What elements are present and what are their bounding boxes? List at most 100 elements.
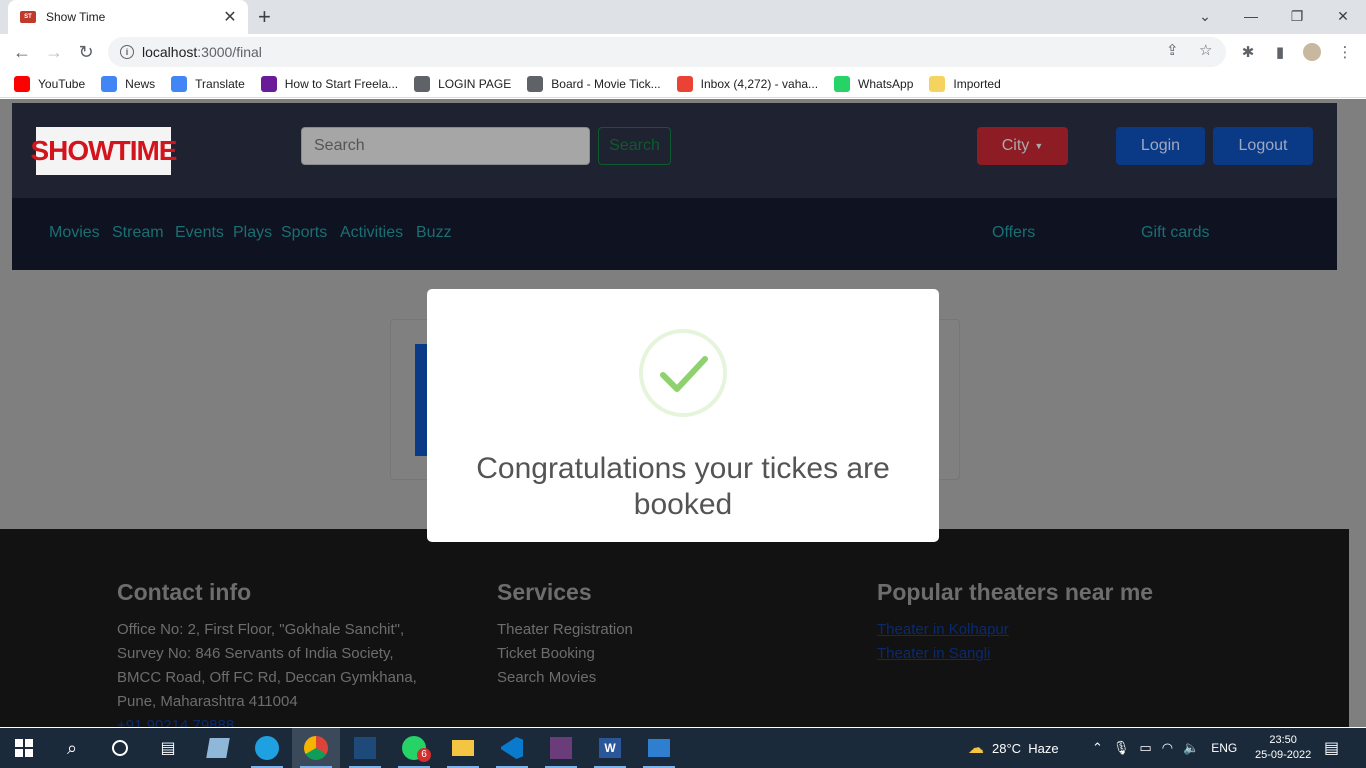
bookmark-site-icon bbox=[260, 75, 277, 92]
tray-icons: ⌃ 🎙 ▭ ◠ 🔈 ENG bbox=[1092, 728, 1237, 768]
services-title: Services bbox=[497, 579, 592, 605]
edge-app-icon[interactable] bbox=[243, 728, 291, 768]
logout-button[interactable]: Logout bbox=[1213, 127, 1313, 165]
back-icon[interactable]: ← bbox=[10, 40, 34, 64]
new-tab-icon[interactable]: + bbox=[258, 4, 271, 30]
whatsapp-icon bbox=[834, 75, 851, 92]
modal-message: Congratulations your tickes are booked bbox=[427, 451, 939, 523]
nav-activities[interactable]: Activities bbox=[340, 224, 403, 242]
reload-icon[interactable]: ↻ bbox=[74, 40, 98, 64]
tab-search-icon[interactable]: ⌄ bbox=[1182, 0, 1228, 32]
nav-plays[interactable]: Plays bbox=[233, 224, 272, 242]
weather-icon: ☁ bbox=[968, 740, 984, 757]
browser-toolbar: ← → ↻ i localhost:3000/final ⇪ ☆ ✱ ▮ ⋮ bbox=[0, 34, 1366, 70]
theaters-title: Popular theaters near me bbox=[877, 579, 1154, 605]
notifications-icon[interactable]: ▤ bbox=[1324, 728, 1339, 768]
contact-line: Survey No: 846 Servants of India Society… bbox=[117, 645, 394, 662]
microphone-icon[interactable]: 🎙 bbox=[1113, 740, 1130, 756]
wifi-icon[interactable]: ◠ bbox=[1162, 740, 1173, 756]
bookmark-star-icon[interactable]: ☆ bbox=[1199, 41, 1212, 59]
theater-link-sangli[interactable]: Theater in Sangli bbox=[877, 642, 1153, 666]
chrome-menu-icon[interactable]: ⋮ bbox=[1336, 43, 1354, 61]
bookmark-item[interactable]: Inbox (4,272) - vaha... bbox=[676, 75, 819, 92]
nav-events[interactable]: Events bbox=[175, 224, 224, 242]
media-app-icon[interactable] bbox=[537, 728, 585, 768]
bookmark-label: Imported bbox=[953, 76, 1001, 91]
nav-sports[interactable]: Sports bbox=[281, 224, 327, 242]
caret-down-icon: ▼ bbox=[1034, 141, 1044, 151]
photos-app-icon[interactable] bbox=[635, 728, 683, 768]
bookmark-item[interactable]: How to Start Freela... bbox=[260, 75, 399, 92]
search-icon[interactable]: ⌕ bbox=[48, 728, 96, 768]
close-window-icon[interactable]: ✕ bbox=[1320, 0, 1366, 32]
nav-movies[interactable]: Movies bbox=[49, 224, 100, 242]
search-input[interactable]: Search bbox=[301, 127, 590, 165]
browser-tab[interactable]: ST Show Time ✕ bbox=[8, 0, 248, 34]
share-icon[interactable]: ⇪ bbox=[1166, 41, 1179, 59]
whatsapp-app-icon[interactable]: 6 bbox=[390, 728, 438, 768]
nav-stream[interactable]: Stream bbox=[112, 224, 164, 242]
bookmark-item[interactable]: YouTube bbox=[14, 75, 85, 92]
google-news-icon bbox=[101, 75, 118, 92]
windows-start-icon[interactable] bbox=[0, 728, 48, 768]
battery-icon[interactable]: ▭ bbox=[1139, 740, 1151, 756]
bookmark-item[interactable]: WhatsApp bbox=[834, 75, 913, 92]
browser-tab-strip: ST Show Time ✕ + ⌄ — ❐ ✕ bbox=[0, 0, 1366, 34]
weather-text: 28°C Haze bbox=[992, 740, 1059, 756]
bookmark-label: Inbox (4,272) - vaha... bbox=[700, 76, 819, 91]
search-button[interactable]: Search bbox=[598, 127, 671, 165]
bookmark-item[interactable]: LOGIN PAGE bbox=[414, 75, 511, 92]
bookmark-item[interactable]: Imported bbox=[929, 75, 1001, 92]
task-view-icon[interactable]: ▤ bbox=[144, 728, 192, 768]
vscode-app-icon[interactable] bbox=[488, 728, 536, 768]
nav-offers[interactable]: Offers bbox=[992, 224, 1035, 242]
bookmark-label: Board - Movie Tick... bbox=[551, 76, 661, 91]
contact-line: Pune, Maharashtra 411004 bbox=[117, 693, 298, 710]
theater-link-kolhapur[interactable]: Theater in Kolhapur bbox=[877, 618, 1153, 642]
extensions-icon[interactable]: ✱ bbox=[1239, 43, 1257, 61]
file-explorer-icon[interactable] bbox=[439, 728, 487, 768]
site-info-icon[interactable]: i bbox=[120, 45, 134, 59]
forward-icon[interactable]: → bbox=[42, 40, 66, 64]
contact-phone[interactable]: +91 90214 79888 bbox=[117, 714, 417, 727]
clock[interactable]: 23:50 25-09-2022 bbox=[1255, 728, 1311, 768]
bookmark-item[interactable]: News bbox=[101, 75, 156, 92]
minimize-icon[interactable]: — bbox=[1228, 0, 1274, 32]
bookmark-label: How to Start Freela... bbox=[284, 76, 399, 91]
chrome-app-icon[interactable] bbox=[292, 728, 340, 768]
bookmark-label: Translate bbox=[195, 76, 245, 91]
bookmark-label: News bbox=[125, 76, 156, 91]
site-header: SHOWTIME Search Search City ▼ Login Logo… bbox=[12, 103, 1337, 198]
showtime-logo[interactable]: SHOWTIME bbox=[31, 127, 178, 175]
footer-theaters: Popular theaters near me Theater in Kolh… bbox=[877, 579, 1153, 666]
login-button[interactable]: Login bbox=[1116, 127, 1205, 165]
tab-title: Show Time bbox=[46, 10, 106, 24]
mysql-app-icon[interactable] bbox=[341, 728, 389, 768]
show-hidden-icon[interactable]: ⌃ bbox=[1092, 740, 1103, 756]
bookmark-item[interactable]: Board - Movie Tick... bbox=[527, 75, 661, 92]
city-dropdown-button[interactable]: City ▼ bbox=[977, 127, 1068, 165]
weather-widget[interactable]: ☁ 28°C Haze bbox=[968, 728, 1059, 768]
word-app-icon[interactable]: W bbox=[586, 728, 634, 768]
close-tab-icon[interactable]: ✕ bbox=[222, 7, 238, 27]
volume-icon[interactable]: 🔈 bbox=[1183, 740, 1199, 756]
side-panel-icon[interactable]: ▮ bbox=[1271, 43, 1289, 61]
cortana-icon[interactable] bbox=[96, 728, 144, 768]
notepad-app-icon[interactable] bbox=[194, 728, 242, 768]
profile-avatar[interactable] bbox=[1303, 43, 1321, 61]
language-indicator[interactable]: ENG bbox=[1211, 741, 1237, 755]
success-check-icon bbox=[639, 329, 727, 417]
page-scrollbar[interactable] bbox=[1349, 529, 1366, 727]
service-item: Search Movies bbox=[497, 669, 597, 686]
clock-time: 23:50 bbox=[1269, 734, 1297, 746]
service-item: Ticket Booking bbox=[497, 645, 595, 662]
windows-taskbar: ⌕ ▤ 6 W ☁ 28°C Haze ⌃ 🎙 ▭ ◠ 🔈 ENG 23:50 … bbox=[0, 728, 1366, 768]
restore-icon[interactable]: ❐ bbox=[1274, 0, 1320, 32]
showtime-favicon-icon: ST bbox=[20, 11, 36, 23]
whatsapp-badge: 6 bbox=[417, 748, 431, 762]
bookmark-item[interactable]: Translate bbox=[171, 75, 245, 92]
nav-buzz[interactable]: Buzz bbox=[416, 224, 452, 242]
bookmarks-bar: YouTube News Translate How to Start Freela.… bbox=[0, 70, 1366, 98]
address-bar[interactable]: i localhost:3000/final bbox=[108, 37, 1226, 67]
nav-gift-cards[interactable]: Gift cards bbox=[1141, 224, 1209, 242]
